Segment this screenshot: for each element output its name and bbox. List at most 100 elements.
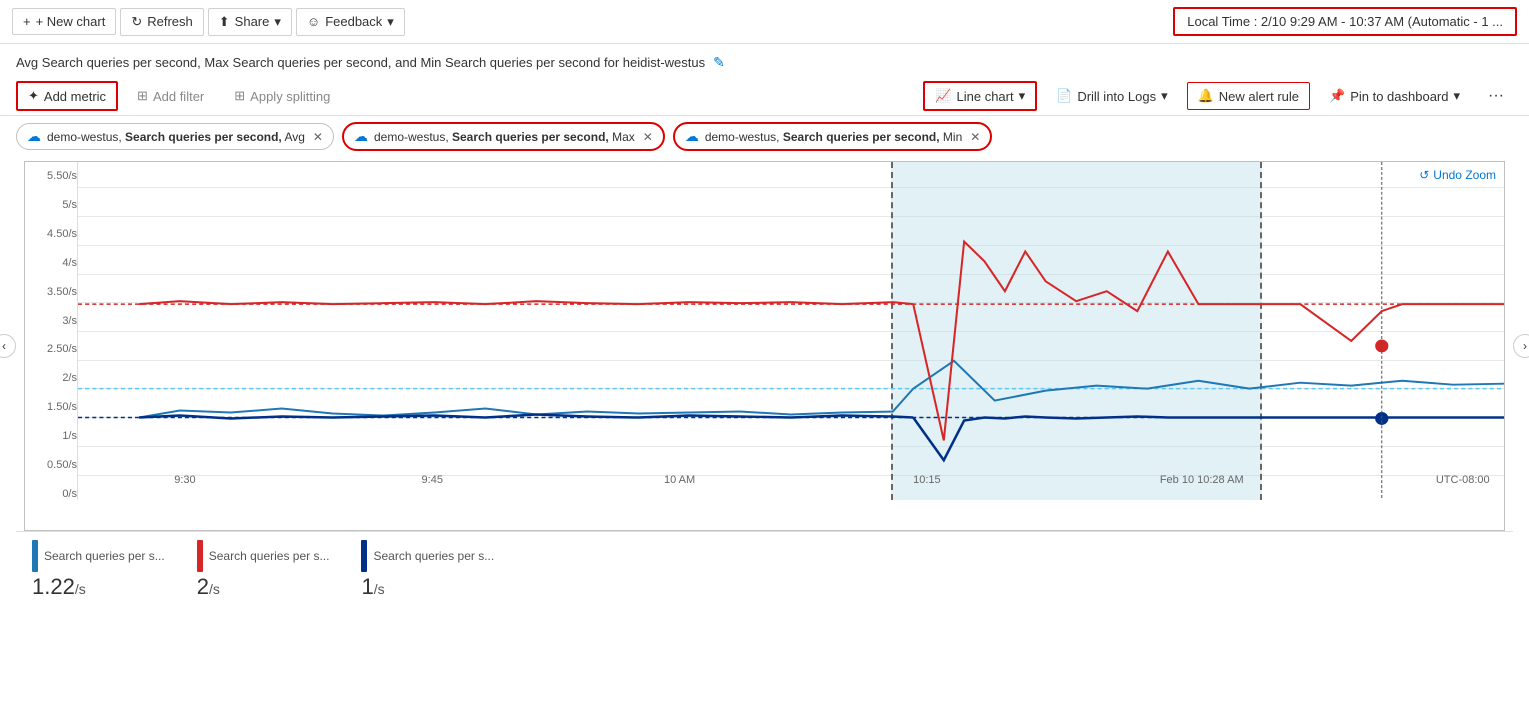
add-filter-label: Add filter [153,89,204,104]
legend-label-min: Search queries per s... [361,540,494,572]
cloud-icon-min: ☁ [685,128,699,145]
chart-title: Avg Search queries per second, Max Searc… [16,55,705,70]
line-chart-label: Line chart [957,89,1014,104]
add-metric-icon: ✦ [28,88,39,104]
metric-pills: ☁ demo-westus, Search queries per second… [0,116,1529,157]
legend-text-avg: Search queries per s... [44,549,165,563]
split-icon: ⊞ [234,88,245,104]
legend: Search queries per s... 1.22/s Search qu… [16,531,1513,608]
pin-to-dashboard-button[interactable]: 📌 Pin to dashboard ▾ [1318,82,1471,110]
x-label-930: 9:30 [174,474,195,486]
refresh-label: Refresh [147,14,193,29]
refresh-button[interactable]: ↻ Refresh [120,8,203,36]
close-icon-avg[interactable]: ✕ [313,130,323,144]
close-icon-min[interactable]: ✕ [970,130,980,144]
nav-arrow-left[interactable]: ‹ [0,334,16,358]
chart-inner: 5.50/s 5/s 4.50/s 4/s 3.50/s 3/s 2.50/s … [25,162,1504,530]
share-icon: ⬆ [219,14,230,30]
time-range-label: Local Time : 2/10 9:29 AM - 10:37 AM (Au… [1187,14,1503,29]
y-label-0: 5.50/s [29,170,77,182]
pin-chevron: ▾ [1453,88,1460,104]
line-chart-chevron: ▾ [1019,88,1026,104]
drill-into-logs-button[interactable]: 📄 Drill into Logs ▾ [1045,82,1178,110]
x-label-1015: 10:15 [913,474,941,486]
pill-max[interactable]: ☁ demo-westus, Search queries per second… [342,122,665,151]
legend-color-max [197,540,203,572]
legend-color-avg [32,540,38,572]
pill-min-text: demo-westus, Search queries per second, … [705,130,962,144]
edit-icon[interactable]: ✎ [713,54,725,71]
add-filter-button[interactable]: ⊞ Add filter [126,82,215,110]
line-chart-button[interactable]: 📈 Line chart ▾ [923,81,1037,111]
metrics-toolbar: ✦ Add metric ⊞ Add filter ⊞ Apply splitt… [0,77,1529,116]
line-chart-icon: 📈 [935,88,951,104]
x-label-utc: UTC-08:00 [1436,474,1490,486]
chart-svg [78,162,1504,500]
legend-item-avg: Search queries per s... 1.22/s [32,540,165,600]
legend-color-min [361,540,367,572]
y-label-8: 1.50/s [29,401,77,413]
close-icon-max[interactable]: ✕ [643,130,653,144]
drill-chevron: ▾ [1161,88,1168,104]
top-toolbar: + + New chart ↻ Refresh ⬆ Share ▾ ☺ Feed… [0,0,1529,44]
new-chart-label: + New chart [36,14,106,29]
feedback-label: Feedback [325,14,382,29]
pill-max-text: demo-westus, Search queries per second, … [374,130,635,144]
plus-icon: + [23,14,31,29]
share-label: Share [235,14,270,29]
legend-value-avg: 1.22/s [32,574,165,600]
legend-text-max: Search queries per s... [209,549,330,563]
feedback-button[interactable]: ☺ Feedback ▾ [296,8,405,36]
y-label-3: 4/s [29,257,77,269]
filter-icon: ⊞ [137,88,148,104]
new-alert-label: New alert rule [1219,89,1299,104]
title-row: Avg Search queries per second, Max Searc… [0,44,1529,77]
cloud-icon-max: ☁ [354,128,368,145]
legend-label-max: Search queries per s... [197,540,330,572]
y-label-9: 1/s [29,430,77,442]
y-label-4: 3.50/s [29,286,77,298]
chart-plot: ↺ Undo Zoom [77,162,1504,500]
new-chart-button[interactable]: + + New chart [12,8,116,35]
y-label-1: 5/s [29,199,77,211]
pin-label: Pin to dashboard [1350,89,1448,104]
feedback-icon: ☺ [307,14,320,29]
drill-label: Drill into Logs [1077,89,1156,104]
x-label-feb10: Feb 10 10:28 AM [1160,474,1244,486]
toolbar-right: Local Time : 2/10 9:29 AM - 10:37 AM (Au… [1173,7,1517,36]
y-label-7: 2/s [29,372,77,384]
toolbar-left: + + New chart ↻ Refresh ⬆ Share ▾ ☺ Feed… [12,8,1173,36]
x-label-945: 9:45 [422,474,443,486]
apply-splitting-label: Apply splitting [250,89,330,104]
legend-value-max: 2/s [197,574,330,600]
time-range-button[interactable]: Local Time : 2/10 9:29 AM - 10:37 AM (Au… [1173,7,1517,36]
more-options-button[interactable]: ··· [1479,81,1513,111]
legend-value-min: 1/s [361,574,494,600]
alert-icon: 🔔 [1198,88,1214,104]
add-metric-label: Add metric [44,89,106,104]
x-axis: 9:30 9:45 10 AM 10:15 Feb 10 10:28 AM UT… [130,470,1504,500]
legend-label-avg: Search queries per s... [32,540,165,572]
share-chevron: ▾ [274,14,281,30]
y-label-6: 2.50/s [29,343,77,355]
y-label-5: 3/s [29,315,77,327]
y-axis: 5.50/s 5/s 4.50/s 4/s 3.50/s 3/s 2.50/s … [25,162,77,500]
feedback-chevron: ▾ [387,14,394,30]
y-label-11: 0/s [29,488,77,500]
add-metric-button[interactable]: ✦ Add metric [16,81,118,111]
legend-item-max: Search queries per s... 2/s [197,540,330,600]
pill-avg[interactable]: ☁ demo-westus, Search queries per second… [16,123,334,150]
pin-icon: 📌 [1329,88,1345,104]
more-icon: ··· [1488,87,1504,104]
y-label-2: 4.50/s [29,228,77,240]
legend-text-min: Search queries per s... [373,549,494,563]
apply-splitting-button[interactable]: ⊞ Apply splitting [223,82,341,110]
legend-item-min: Search queries per s... 1/s [361,540,494,600]
nav-arrow-right[interactable]: › [1513,334,1529,358]
y-label-10: 0.50/s [29,459,77,471]
new-alert-rule-button[interactable]: 🔔 New alert rule [1187,82,1310,110]
share-button[interactable]: ⬆ Share ▾ [208,8,292,36]
pill-min[interactable]: ☁ demo-westus, Search queries per second… [673,122,993,151]
refresh-icon: ↻ [131,14,142,30]
pill-avg-text: demo-westus, Search queries per second, … [47,130,305,144]
